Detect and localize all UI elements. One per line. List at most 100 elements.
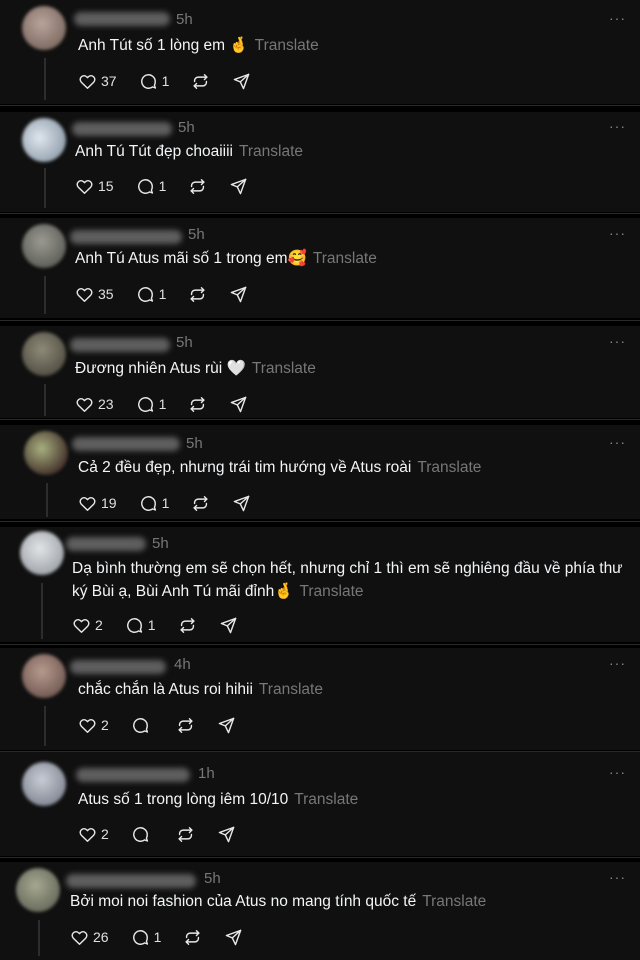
share-button[interactable] [217,716,236,735]
avatar[interactable] [22,118,66,162]
reply-button[interactable]: 1 [131,928,161,947]
avatar[interactable] [22,224,66,268]
repost-button[interactable] [176,716,195,735]
avatar[interactable] [16,868,60,912]
reply-button[interactable] [131,716,154,735]
like-button[interactable]: 23 [75,395,114,414]
comment-icon [132,717,148,733]
username-blurred[interactable] [76,768,190,782]
repost-button[interactable] [176,825,195,844]
reply-button[interactable]: 1 [136,285,166,304]
heart-icon [73,618,90,633]
heart-icon [71,930,88,945]
reply-button[interactable]: 1 [139,72,169,91]
translate-link[interactable]: Translate [259,681,323,698]
like-button[interactable]: 19 [78,494,117,513]
more-options-icon[interactable]: ··· [609,225,626,241]
reply-button[interactable]: 1 [136,395,166,414]
repost-icon [193,73,208,89]
action-bar: 26 1 [70,926,265,948]
heart-icon [76,179,93,194]
divider [0,644,640,645]
heart-icon [76,397,93,412]
comment-text: Dạ bình thường em sẽ chọn hết, nhưng chỉ… [72,560,623,600]
username-blurred[interactable] [72,437,180,451]
repost-icon [185,929,200,945]
more-options-icon[interactable]: ··· [609,764,626,780]
share-button[interactable] [229,395,248,414]
username-blurred[interactable] [72,122,172,136]
like-button[interactable]: 2 [72,616,103,635]
translate-link[interactable]: Translate [294,791,358,808]
like-count: 2 [101,717,109,733]
translate-link[interactable]: Translate [252,360,316,377]
reply-button[interactable]: 1 [125,616,156,635]
username-blurred[interactable] [70,230,182,244]
repost-button[interactable] [191,494,210,513]
reply-button[interactable] [131,825,154,844]
like-count: 2 [95,617,103,633]
more-options-icon[interactable]: ··· [609,434,626,450]
repost-button[interactable] [191,72,210,91]
comment-text: Anh Tú Atus mãi số 1 trong em🥰 Translate [75,250,377,267]
translate-link[interactable]: Translate [300,583,364,600]
repost-icon [180,617,195,633]
reply-button[interactable]: 1 [136,177,167,196]
like-button[interactable]: 26 [70,928,109,947]
heart-icon [79,74,96,89]
username-blurred[interactable] [70,338,170,352]
avatar[interactable] [22,762,66,806]
timestamp: 5h [186,435,203,452]
comment-text: chắc chắn là Atus roi hihii Translate [78,681,323,698]
timestamp: 5h [176,11,193,28]
username-blurred[interactable] [66,537,146,551]
more-options-icon[interactable]: ··· [609,118,626,134]
timestamp: 4h [174,656,191,673]
share-button[interactable] [229,285,248,304]
share-button[interactable] [219,616,238,635]
repost-button[interactable] [188,395,207,414]
comment-icon [132,826,148,842]
share-button[interactable] [232,494,251,513]
more-options-icon[interactable]: ··· [609,869,626,885]
translate-link[interactable]: Translate [313,250,377,267]
like-button[interactable]: 15 [75,177,114,196]
avatar[interactable] [24,431,68,475]
like-count: 37 [101,73,117,89]
like-button[interactable]: 2 [78,716,109,735]
comment-item: 5h Dạ bình thường em sẽ chọn hết, nhưng … [0,527,640,642]
more-options-icon[interactable]: ··· [609,10,626,26]
reply-button[interactable]: 1 [139,494,169,513]
translate-link[interactable]: Translate [239,143,303,160]
comment-icon [137,178,153,194]
share-button[interactable] [229,177,248,196]
share-button[interactable] [217,825,236,844]
comment-text: Anh Tút số 1 lòng em 🤞 Translate [78,37,319,54]
heart-icon [79,827,96,842]
username-blurred[interactable] [74,12,170,26]
repost-button[interactable] [178,616,197,635]
repost-button[interactable] [188,285,207,304]
avatar[interactable] [20,531,64,575]
share-button[interactable] [224,928,243,947]
like-count: 23 [98,396,114,412]
translate-link[interactable]: Translate [417,459,481,476]
translate-link[interactable]: Translate [422,893,486,910]
comment-item: 5h ··· Đương nhiên Atus rùi 🤍 Translate 2… [0,326,640,418]
like-button[interactable]: 35 [75,285,114,304]
like-button[interactable]: 37 [78,72,117,91]
avatar[interactable] [22,6,66,50]
more-options-icon[interactable]: ··· [609,655,626,671]
repost-button[interactable] [188,177,207,196]
username-blurred[interactable] [66,874,196,888]
translate-link[interactable]: Translate [255,37,319,54]
share-button[interactable] [232,72,251,91]
like-button[interactable]: 2 [78,825,109,844]
avatar[interactable] [22,654,66,698]
reply-count: 1 [158,178,167,194]
repost-button[interactable] [183,928,202,947]
avatar[interactable] [22,332,66,376]
username-blurred[interactable] [70,660,166,674]
more-options-icon[interactable]: ··· [609,333,626,349]
repost-icon [193,495,208,511]
